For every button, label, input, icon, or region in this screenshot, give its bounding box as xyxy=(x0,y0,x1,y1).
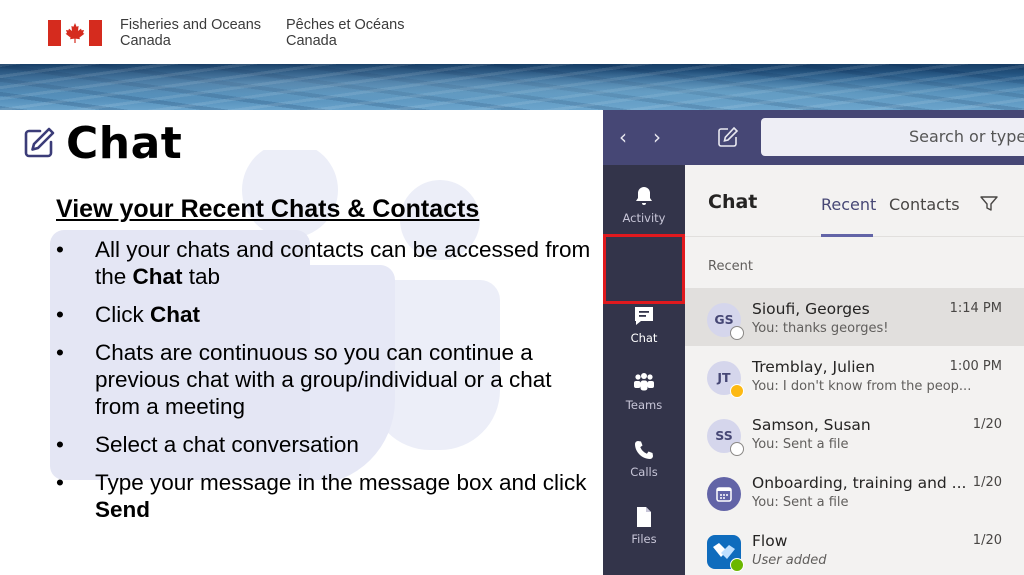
bullet-dot: • xyxy=(56,340,64,365)
list-item: • Click Chat xyxy=(56,302,200,327)
list-item: • All your chats and contacts can be acce… xyxy=(56,237,591,289)
dept-en-line1: Fisheries and Oceans xyxy=(120,17,262,33)
page-title: Chat xyxy=(66,117,183,169)
dept-en-line2: Canada xyxy=(120,33,171,49)
tab-contacts[interactable]: Contacts xyxy=(889,195,960,214)
chat-time: 1/20 xyxy=(972,475,1002,490)
bullet-dot: • xyxy=(56,432,64,457)
search-placeholder: Search or type a xyxy=(909,127,1024,146)
chat-name: Sioufi, Georges xyxy=(752,300,870,318)
chat-row[interactable]: Flow 1/20 User added xyxy=(685,520,1024,575)
rail-item-chat[interactable]: Chat xyxy=(603,295,685,357)
rail-label-files: Files xyxy=(631,532,657,546)
active-tab-indicator xyxy=(821,234,873,237)
chat-name: Onboarding, training and ... xyxy=(752,474,967,492)
instruction-list: • All your chats and contacts can be acce… xyxy=(56,236,591,534)
canada-flag-icon xyxy=(48,20,102,46)
filter-icon[interactable] xyxy=(979,194,999,214)
list-item: • Chats are continuous so you can continu… xyxy=(56,340,552,419)
chat-row[interactable]: SS Samson, Susan 1/20 You: Sent a file xyxy=(685,404,1024,462)
teams-icon xyxy=(634,373,654,391)
chat-preview: You: Sent a file xyxy=(752,437,849,452)
app-rail: Activity Chat Teams Calls Files ••• xyxy=(603,165,685,575)
avatar: GS xyxy=(707,303,744,340)
slide-title: Chat xyxy=(22,117,183,169)
dept-fr-line1: Pêches et Océans xyxy=(286,17,405,33)
phone-icon xyxy=(635,441,653,459)
flow-app-icon xyxy=(707,535,744,572)
recent-section-label: Recent xyxy=(708,259,753,274)
bullet-dot: • xyxy=(56,302,64,327)
chat-row[interactable]: GS Sioufi, Georges 1:14 PM You: thanks g… xyxy=(685,288,1024,346)
chat-preview: You: I don't know from the peop... xyxy=(752,379,972,394)
bell-icon xyxy=(636,187,652,205)
away-status-icon xyxy=(730,384,744,398)
chat-preview: You: Sent a file xyxy=(752,495,849,510)
chat-preview: You: thanks georges! xyxy=(752,321,889,336)
bullet-dot: • xyxy=(56,470,64,495)
chat-time: 1:14 PM xyxy=(949,301,1002,316)
teams-app-screenshot: ‹ › Search or type a Activity Chat Teams… xyxy=(603,110,1024,575)
offline-status-icon xyxy=(730,326,744,340)
government-header: Fisheries and Oceans Canada Pêches et Oc… xyxy=(0,0,1024,64)
chat-time: 1:00 PM xyxy=(949,359,1002,374)
rail-item-calls[interactable]: Calls xyxy=(603,429,685,491)
rail-item-activity[interactable]: Activity xyxy=(603,175,685,237)
chat-list-pane: Chat Recent Contacts Recent GS Sioufi, G… xyxy=(685,165,1024,575)
rail-label-chat: Chat xyxy=(630,331,658,345)
tab-recent[interactable]: Recent xyxy=(821,195,876,214)
chat-time: 1/20 xyxy=(972,533,1002,548)
chat-icon xyxy=(635,307,653,325)
offline-status-icon xyxy=(730,442,744,456)
rail-item-teams[interactable]: Teams xyxy=(603,362,685,424)
avatar: JT xyxy=(707,361,744,398)
chat-name: Tremblay, Julien xyxy=(752,358,875,376)
new-chat-compose-icon[interactable] xyxy=(717,126,739,148)
chat-row[interactable]: Onboarding, training and ... 1/20 You: S… xyxy=(685,462,1024,520)
chat-row[interactable]: JT Tremblay, Julien 1:00 PM You: I don't… xyxy=(685,346,1024,404)
department-name-french: Pêches et Océans Canada xyxy=(286,17,405,49)
available-status-icon xyxy=(730,558,744,572)
chat-list-title: Chat xyxy=(708,191,758,213)
search-input[interactable]: Search or type a xyxy=(761,118,1024,156)
section-subheading: View your Recent Chats & Contacts xyxy=(56,195,480,223)
meeting-calendar-icon xyxy=(707,477,741,511)
chat-name: Samson, Susan xyxy=(752,416,871,434)
back-arrow-icon[interactable]: ‹ xyxy=(619,126,627,148)
rail-label-calls: Calls xyxy=(630,465,658,479)
list-item: • Select a chat conversation xyxy=(56,432,359,457)
chat-tab-highlight-box xyxy=(603,234,685,304)
file-icon xyxy=(637,507,651,527)
rail-label-teams: Teams xyxy=(625,398,663,412)
dept-fr-line2: Canada xyxy=(286,33,337,49)
edit-icon xyxy=(24,127,55,158)
list-item: • Type your message in the message box an… xyxy=(56,470,587,522)
rail-label-activity: Activity xyxy=(622,211,666,225)
chat-preview: User added xyxy=(752,553,827,568)
avatar: SS xyxy=(707,419,744,456)
chat-list-header: Chat Recent Contacts xyxy=(685,165,1024,237)
teams-top-bar: ‹ › Search or type a xyxy=(603,110,1024,165)
calendar-icon xyxy=(716,487,732,502)
water-banner-image xyxy=(0,64,1024,110)
bullet-dot: • xyxy=(56,237,64,262)
chat-time: 1/20 xyxy=(972,417,1002,432)
forward-arrow-icon[interactable]: › xyxy=(653,126,661,148)
chat-name: Flow xyxy=(752,532,788,550)
rail-item-files[interactable]: Files xyxy=(603,496,685,558)
department-name-english: Fisheries and Oceans Canada xyxy=(120,17,261,49)
